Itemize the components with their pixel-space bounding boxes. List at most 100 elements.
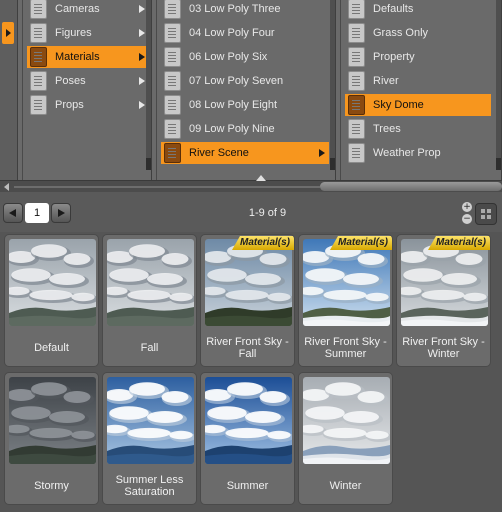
folder-label: Figures [55,27,92,39]
cloud [49,273,85,285]
folder-label: Defaults [373,3,414,15]
thumbnail-caption: Winter [329,480,362,492]
thumbnail-card[interactable]: Material(s) River Front Sky - Summer [298,234,393,367]
folder-item[interactable]: Trees [345,118,491,140]
thumbnail-card[interactable]: Summer [200,372,295,505]
thumbnail-card[interactable]: Winter [298,372,393,505]
cloud [225,289,269,301]
folder-item-sky-dome[interactable]: Sky Dome [345,94,491,116]
cloud [49,411,85,423]
thumbnail-image [303,377,390,464]
folder-item[interactable]: Defaults [345,0,491,20]
sky-preview-illustration [9,377,96,464]
cloud [169,430,193,440]
column-scrollbar[interactable] [330,0,335,170]
splitter-caret-icon[interactable] [256,175,266,181]
folder-label: 03 Low Poly Three [189,3,281,15]
folder-item[interactable]: 09 Low Poly Nine [161,118,329,140]
thumbnail-image [9,377,96,464]
cloud [455,253,483,265]
folder-icon [30,71,47,91]
cloud [305,406,345,420]
folder-label: 06 Low Poly Six [189,51,268,63]
thumbnail-caption: River Front Sky - Summer [304,336,387,360]
submenu-arrow-icon [139,77,145,85]
cloud [63,391,91,403]
folder-item[interactable]: Property [345,46,491,68]
thumbnail-card[interactable]: Stormy [4,372,99,505]
thumbnail-card[interactable]: Material(s) River Front Sky - Fall [200,234,295,367]
folder-label: Weather Prop [373,147,441,159]
folder-icon [164,0,181,19]
cloud [357,253,385,265]
sky-preview-illustration [205,377,292,464]
folder-item[interactable]: Weather Prop [345,142,491,164]
horizontal-scrollbar[interactable] [0,175,502,192]
scroll-thumb[interactable] [496,158,501,170]
cloud [31,244,67,258]
folder-item[interactable]: 06 Low Poly Six [161,46,329,68]
previous-page-button[interactable] [3,203,23,223]
folder-icon [348,143,365,163]
folder-icon [348,0,365,19]
result-count: 1-9 of 9 [248,207,287,219]
cloud [147,411,183,423]
thumbnail-image [303,239,390,326]
scroll-thumb[interactable] [330,158,335,170]
sky-preview-illustration [303,377,390,464]
submenu-arrow-icon [139,53,145,61]
cloud [11,406,51,420]
folder-label: Props [55,99,84,111]
folder-icon [348,47,365,67]
cloud [11,268,51,282]
thumbnail-caption: Fall [140,342,159,354]
folder-icon [164,143,181,163]
cloud [267,292,291,302]
thumbnail-caption: River Front Sky - Fall [206,336,289,360]
thumbnail-image [107,239,194,326]
thumbnail-caption: Summer [226,480,269,492]
scroll-left-icon[interactable] [4,183,9,191]
cloud [147,273,183,285]
folder-item[interactable]: 03 Low Poly Three [161,0,329,20]
thumbnail-image [401,239,488,326]
folder-item[interactable]: 07 Low Poly Seven [161,70,329,92]
thumbnail-card[interactable]: Fall [102,234,197,367]
thumbnail-card[interactable]: Material(s) River Front Sky - Winter [396,234,491,367]
folder-item[interactable]: River [345,70,491,92]
folder-item[interactable]: Grass Only [345,22,491,44]
folder-item-materials[interactable]: Materials [27,46,149,68]
cloud [129,244,165,258]
cloud [207,406,247,420]
cloud [245,273,281,285]
thumbnail-card[interactable]: Default [4,234,99,367]
next-page-button[interactable] [51,203,71,223]
zoom-in-icon[interactable]: + [462,202,472,212]
folder-item-cameras[interactable]: Cameras [27,0,149,20]
folder-item-poses[interactable]: Poses [27,70,149,92]
page-number-field[interactable]: 1 [25,203,49,223]
folder-item[interactable]: 08 Low Poly Eight [161,94,329,116]
folder-label: 07 Low Poly Seven [189,75,284,87]
thumbnail-card[interactable]: Summer Less Saturation [102,372,197,505]
folder-item-figures[interactable]: Figures [27,22,149,44]
cloud [31,382,67,396]
cloud [161,253,189,265]
parent-selection-arrow[interactable] [2,22,14,44]
folder-label: River Scene [189,147,249,159]
sky-preview-illustration [107,377,194,464]
scroll-thumb[interactable] [320,182,502,191]
folder-item[interactable]: 04 Low Poly Four [161,22,329,44]
scroll-track[interactable] [14,186,320,188]
thumbnail-caption: Summer Less Saturation [115,474,184,498]
folder-item-river-scene[interactable]: River Scene [161,142,329,164]
folder-item-props[interactable]: Props [27,94,149,116]
column-scrollbar[interactable] [496,0,501,170]
zoom-out-icon[interactable]: − [462,214,472,224]
column-scrollbar[interactable] [146,0,151,170]
scroll-thumb[interactable] [146,158,151,170]
folder-label: Cameras [55,3,100,15]
cloud [267,430,291,440]
column-2: 03 Low Poly Three 04 Low Poly Four 06 Lo… [156,0,336,180]
view-mode-grid-icon[interactable] [475,203,497,225]
